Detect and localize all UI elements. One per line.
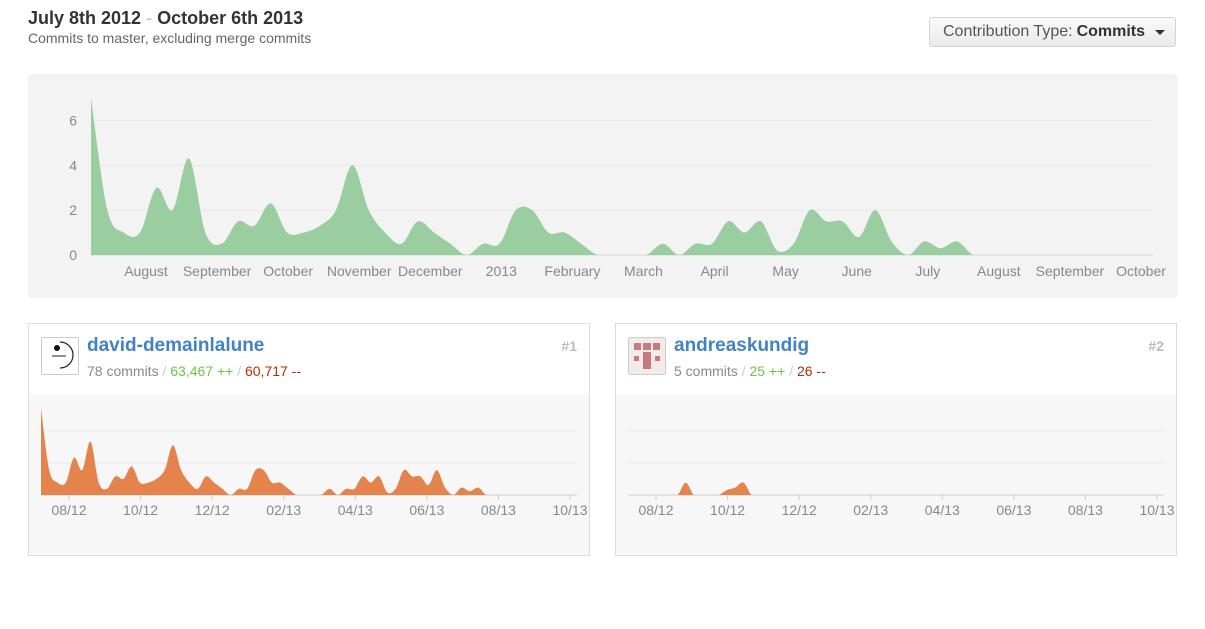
x-tick-label: 2013: [486, 263, 517, 279]
caret-down-icon: [1155, 29, 1166, 35]
contributor-chart-svg: 08/12 10/12 12/12 02/13 04/13 06/13 08/13 10/13: [41, 408, 588, 518]
contributor-chart: 08/12 10/12 12/12 02/13 04/13 06/13 08/13 10/13: [29, 394, 589, 555]
deletions-count: 60,717 --: [244, 363, 302, 379]
x-tick-label: 12/12: [782, 502, 817, 518]
commit-count: 5 commits: [674, 363, 738, 379]
contribution-type-dropdown[interactable]: Contribution Type: Commits: [929, 17, 1176, 47]
contributor-card-1: david-demainlalune 78 commits / 63,467 +…: [28, 323, 590, 556]
contributor-area-series: [41, 408, 577, 495]
y-tick-label: 0: [69, 247, 77, 263]
stats-separator: /: [162, 363, 167, 379]
contributor-header: andreaskundig 5 commits / 25 ++ / 26 -- …: [616, 324, 1176, 395]
x-tick-label: February: [544, 263, 600, 279]
x-tick-label: May: [772, 263, 798, 279]
commits-area-series: [91, 98, 1153, 255]
x-tick-label: 08/13: [1068, 502, 1103, 518]
x-tick-label: 02/13: [266, 502, 301, 518]
avatar[interactable]: [628, 337, 666, 375]
x-tick-label: September: [1036, 263, 1105, 279]
x-tick-label: March: [624, 263, 663, 279]
x-tick-label: September: [183, 263, 252, 279]
rank-badge: #2: [1148, 338, 1164, 354]
date-start: July 8th 2012: [28, 8, 142, 28]
contributor-chart: 08/12 10/12 12/12 02/13 04/13 06/13 08/13 10/13: [616, 394, 1176, 555]
y-tick-label: 6: [69, 112, 77, 128]
x-tick-label: 10/12: [710, 502, 745, 518]
avatar[interactable]: [41, 337, 79, 375]
contributor-stats: 78 commits / 63,467 ++ / 60,717 --: [87, 363, 301, 379]
identicon-circle-icon: [52, 341, 74, 369]
x-tick-label: June: [842, 263, 873, 279]
deletions-count: 26 --: [796, 363, 826, 379]
contributor-card-2: andreaskundig 5 commits / 25 ++ / 26 -- …: [615, 323, 1177, 556]
date-range-title: July 8th 2012 - October 6th 2013: [28, 8, 311, 28]
contribution-type-label: Contribution Type:: [943, 23, 1073, 40]
x-tick-label: October: [1116, 263, 1166, 279]
contributor-chart-svg: 08/12 10/12 12/12 02/13 04/13 06/13 08/13 10/13: [628, 430, 1175, 518]
x-tick-label: 10/13: [1139, 502, 1174, 518]
x-tick-label: August: [124, 263, 168, 279]
additions-count: 25 ++: [749, 363, 786, 379]
stats-separator: /: [741, 363, 746, 379]
x-tick-label: 08/12: [638, 502, 673, 518]
main-commits-chart: 0 2 4 6 August September October November Decemb…: [28, 74, 1178, 298]
x-tick-label: 04/13: [925, 502, 960, 518]
x-tick-label: 06/13: [996, 502, 1031, 518]
x-tick-label: 08/13: [481, 502, 516, 518]
page-subtitle: Commits to master, excluding merge commi…: [28, 30, 312, 46]
stats-separator: /: [237, 363, 242, 379]
x-tick-label: December: [398, 263, 463, 279]
y-tick-label: 2: [69, 202, 77, 218]
contributor-area-series: [628, 482, 1164, 495]
x-tick-label: August: [977, 263, 1021, 279]
x-tick-label: 12/12: [195, 502, 230, 518]
contributor-stats: 5 commits / 25 ++ / 26 --: [674, 363, 826, 379]
main-chart-svg: 0 2 4 6 August September October November Decemb…: [69, 98, 1166, 279]
contribution-type-value: Commits: [1076, 23, 1146, 40]
date-separator: -: [146, 8, 153, 28]
x-tick-label: 02/13: [853, 502, 888, 518]
x-tick-label: 06/13: [409, 502, 444, 518]
x-tick-label: 10/13: [552, 502, 587, 518]
contributor-name-link[interactable]: andreaskundig: [674, 335, 809, 357]
contributor-header: david-demainlalune 78 commits / 63,467 +…: [29, 324, 589, 395]
x-tick-label: October: [263, 263, 313, 279]
y-tick-label: 4: [69, 157, 77, 173]
x-tick-label: July: [915, 263, 940, 279]
page-header: July 8th 2012 - October 6th 2013 Commits…: [28, 8, 311, 47]
stats-separator: /: [789, 363, 794, 379]
x-tick-label: April: [701, 263, 729, 279]
x-tick-label: 04/13: [338, 502, 373, 518]
commit-count: 78 commits: [87, 363, 159, 379]
x-tick-label: 08/12: [51, 502, 86, 518]
x-tick-label: November: [327, 263, 392, 279]
contributor-name-link[interactable]: david-demainlalune: [87, 335, 264, 357]
date-end: October 6th 2013: [157, 8, 304, 28]
x-tick-label: 10/12: [123, 502, 158, 518]
additions-count: 63,467 ++: [170, 363, 234, 379]
identicon-pink-blocks-icon: [629, 338, 665, 374]
rank-badge: #1: [561, 338, 577, 354]
